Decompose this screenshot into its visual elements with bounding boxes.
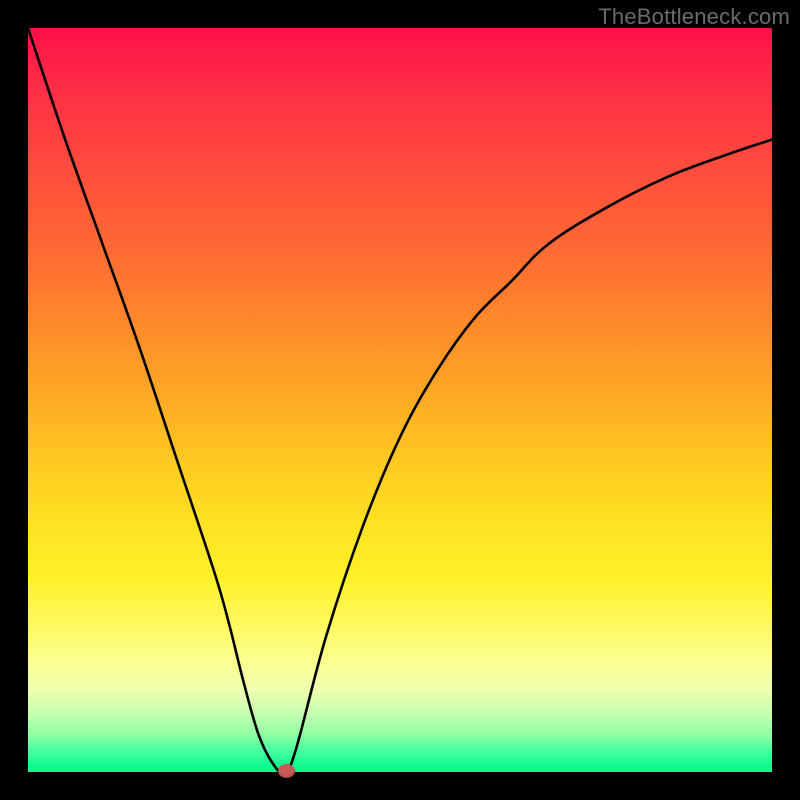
watermark-text: TheBottleneck.com — [598, 4, 790, 30]
minimum-marker-dot — [278, 764, 295, 778]
chart-frame: TheBottleneck.com — [0, 0, 800, 800]
bottleneck-curve — [28, 28, 772, 772]
plot-area — [28, 28, 772, 772]
